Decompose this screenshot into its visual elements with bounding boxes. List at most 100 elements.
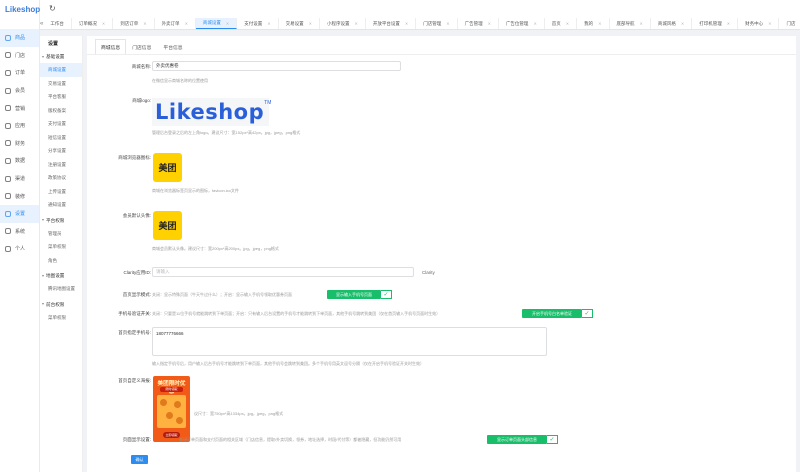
close-tab-icon[interactable]: ✕ xyxy=(598,21,601,26)
open-tab[interactable]: 底部导航 ✕ xyxy=(610,18,651,29)
shop-logo-upload[interactable]: Likeshop TM xyxy=(152,98,271,126)
close-tab-icon[interactable]: ✕ xyxy=(566,21,569,26)
logo-hint: 管理后台登录之后的左上角logo。建议尺寸：宽152px*高42px。jpg，j… xyxy=(152,130,301,135)
sidebar-item[interactable]: 商城设置 xyxy=(40,63,82,77)
open-tab[interactable]: 小程序设置 ✕ xyxy=(320,18,366,29)
primary-nav-item[interactable]: 数据 xyxy=(0,152,39,170)
sidebar-item[interactable]: 上传设置 xyxy=(40,185,82,199)
avatar-upload[interactable]: 美团 xyxy=(153,211,182,240)
logo-label: 商城logo: xyxy=(132,98,151,103)
clarity-input[interactable]: 请输入 xyxy=(152,267,414,277)
primary-nav-item[interactable]: 设置 xyxy=(0,204,39,223)
sidebar-group-label: 地图设置 xyxy=(46,273,65,278)
order-page-check-icon[interactable]: ✓ xyxy=(547,435,558,444)
close-tab-icon[interactable]: ✕ xyxy=(681,21,684,26)
open-tab[interactable]: 商城风格 ✕ xyxy=(651,18,693,29)
primary-nav-item[interactable]: 系统 xyxy=(0,223,39,241)
open-tab[interactable]: 支付设置 ✕ xyxy=(237,18,279,29)
settings-tab[interactable]: 商城信息 xyxy=(95,39,127,54)
open-tab[interactable]: 门店管理 ✕ xyxy=(416,18,458,29)
open-tab[interactable]: 我的 ✕ xyxy=(577,18,610,29)
close-tab-icon[interactable]: ✕ xyxy=(185,21,188,26)
member-icon xyxy=(5,87,11,94)
top-header: ↻ xyxy=(40,0,800,18)
primary-nav: 商品 门店 订单 会员 营销 应用 财务 数据 渠道 装修 设置 系统 个人 xyxy=(0,29,39,258)
order-page-toggle[interactable]: 显示订单页面头部信息 xyxy=(487,435,547,444)
homepage-mode-toggle[interactable]: 显示输入手机号页面 xyxy=(327,290,381,299)
open-tab[interactable]: 交易设置 ✕ xyxy=(279,18,320,29)
sidebar-item[interactable]: 腾讯地图设置 xyxy=(40,282,82,296)
poster-upload[interactable]: 美团限时优惠 限时领取 立即领取 xyxy=(153,376,190,442)
close-tab-icon[interactable]: ✕ xyxy=(226,21,229,26)
sidebar-item[interactable]: 菜单权限 xyxy=(40,311,82,325)
primary-nav-item[interactable]: 应用 xyxy=(0,117,39,135)
sidebar-item[interactable]: 管理员 xyxy=(40,227,82,241)
close-tab-icon[interactable]: ✕ xyxy=(405,21,408,26)
primary-nav-item[interactable]: 渠道 xyxy=(0,170,39,188)
favicon-upload[interactable]: 美团 xyxy=(153,153,182,182)
open-tab-label: 门店 xyxy=(786,20,796,26)
shop-name-input[interactable]: 外卖优惠卷 xyxy=(152,61,401,71)
sidebar-item[interactable]: 支付设置 xyxy=(40,117,82,131)
chevron-down-icon xyxy=(42,274,44,277)
open-tab[interactable]: 到店订单 ✕ xyxy=(113,18,155,29)
open-tab[interactable]: 广告管理 ✕ xyxy=(458,18,499,29)
sidebar-item[interactable]: 短信设置 xyxy=(40,131,82,145)
primary-nav-item[interactable]: 个人 xyxy=(0,240,39,258)
open-tab[interactable]: 开放平台设置 ✕ xyxy=(366,18,417,29)
open-tab[interactable]: 商城设置 ✕ xyxy=(195,18,238,29)
primary-nav-item[interactable]: 门店 xyxy=(0,47,39,65)
settings-tab[interactable]: 门店信息 xyxy=(126,39,157,54)
sidebar-item[interactable]: 注册设置 xyxy=(40,158,82,172)
sidebar-item[interactable]: 平台客服 xyxy=(40,90,82,104)
primary-nav-item[interactable]: 财务 xyxy=(0,135,39,153)
primary-nav-item[interactable]: 营销 xyxy=(0,99,39,117)
open-tab[interactable]: 外卖订单 ✕ xyxy=(155,18,196,29)
phone-verify-check-icon[interactable]: ✓ xyxy=(582,309,593,318)
open-tab-label: 开放平台设置 xyxy=(372,20,400,26)
primary-nav-item[interactable]: 订单 xyxy=(0,64,39,82)
sidebar-group[interactable]: 基础设置 xyxy=(40,50,82,63)
sidebar-item[interactable]: 菜单权限 xyxy=(40,240,82,254)
app-logo[interactable]: Likeshop® xyxy=(5,5,43,19)
sidebar-item[interactable]: 通知设置 xyxy=(40,198,82,212)
phone-verify-toggle[interactable]: 开启手机号白名单验证 xyxy=(522,309,582,318)
open-tab[interactable]: 广告位管理 ✕ xyxy=(499,18,545,29)
sidebar-group[interactable]: 地图设置 xyxy=(40,269,82,282)
sidebar-group[interactable]: 前台权限 xyxy=(40,298,82,311)
open-tab[interactable]: 工作台 xyxy=(43,18,72,29)
sidebar-item[interactable]: 交易设置 xyxy=(40,77,82,91)
close-tab-icon[interactable]: ✕ xyxy=(768,21,771,26)
sidebar-item[interactable]: 政策协议 xyxy=(40,171,82,185)
close-tab-icon[interactable]: ✕ xyxy=(727,21,730,26)
refresh-icon[interactable]: ↻ xyxy=(49,4,56,13)
open-tab-label: 财务中心 xyxy=(745,20,764,26)
submit-button[interactable]: 确认 xyxy=(131,455,148,464)
poster-food-image xyxy=(157,395,186,428)
close-tab-icon[interactable]: ✕ xyxy=(488,21,491,26)
open-tab[interactable]: 打印机管理 ✕ xyxy=(692,18,739,29)
close-tab-icon[interactable]: ✕ xyxy=(267,21,270,26)
primary-nav-item[interactable]: 会员 xyxy=(0,82,39,100)
open-tab[interactable]: 首页 ✕ xyxy=(545,18,578,29)
close-tab-icon[interactable]: ✕ xyxy=(533,21,536,26)
homepage-mode-check-icon[interactable]: ✓ xyxy=(381,290,392,299)
sidebar-group[interactable]: 平台权限 xyxy=(40,214,82,227)
settings-tab[interactable]: 平台信息 xyxy=(157,39,188,54)
close-tab-icon[interactable]: ✕ xyxy=(102,21,105,26)
close-tab-icon[interactable]: ✕ xyxy=(640,21,643,26)
open-tab[interactable]: 财务中心 ✕ xyxy=(738,18,780,29)
sidebar-item[interactable]: 角色 xyxy=(40,254,82,268)
primary-nav-item[interactable]: 装修 xyxy=(0,187,39,205)
sidebar-item[interactable]: 分享设置 xyxy=(40,144,82,158)
close-tab-icon[interactable]: ✕ xyxy=(143,21,146,26)
close-tab-icon[interactable]: ✕ xyxy=(309,21,312,26)
sidebar-item[interactable]: 版权备案 xyxy=(40,104,82,118)
open-tab[interactable]: 门店✕ xyxy=(779,18,800,29)
open-tab[interactable]: 订单概况 ✕ xyxy=(72,18,114,29)
close-tab-icon[interactable]: ✕ xyxy=(355,21,358,26)
primary-nav-item[interactable]: 商品 xyxy=(0,29,39,47)
open-tab-label: 底部导航 xyxy=(616,20,635,26)
phone-list-textarea[interactable]: 18077776666 xyxy=(152,327,547,356)
close-tab-icon[interactable]: ✕ xyxy=(446,21,449,26)
